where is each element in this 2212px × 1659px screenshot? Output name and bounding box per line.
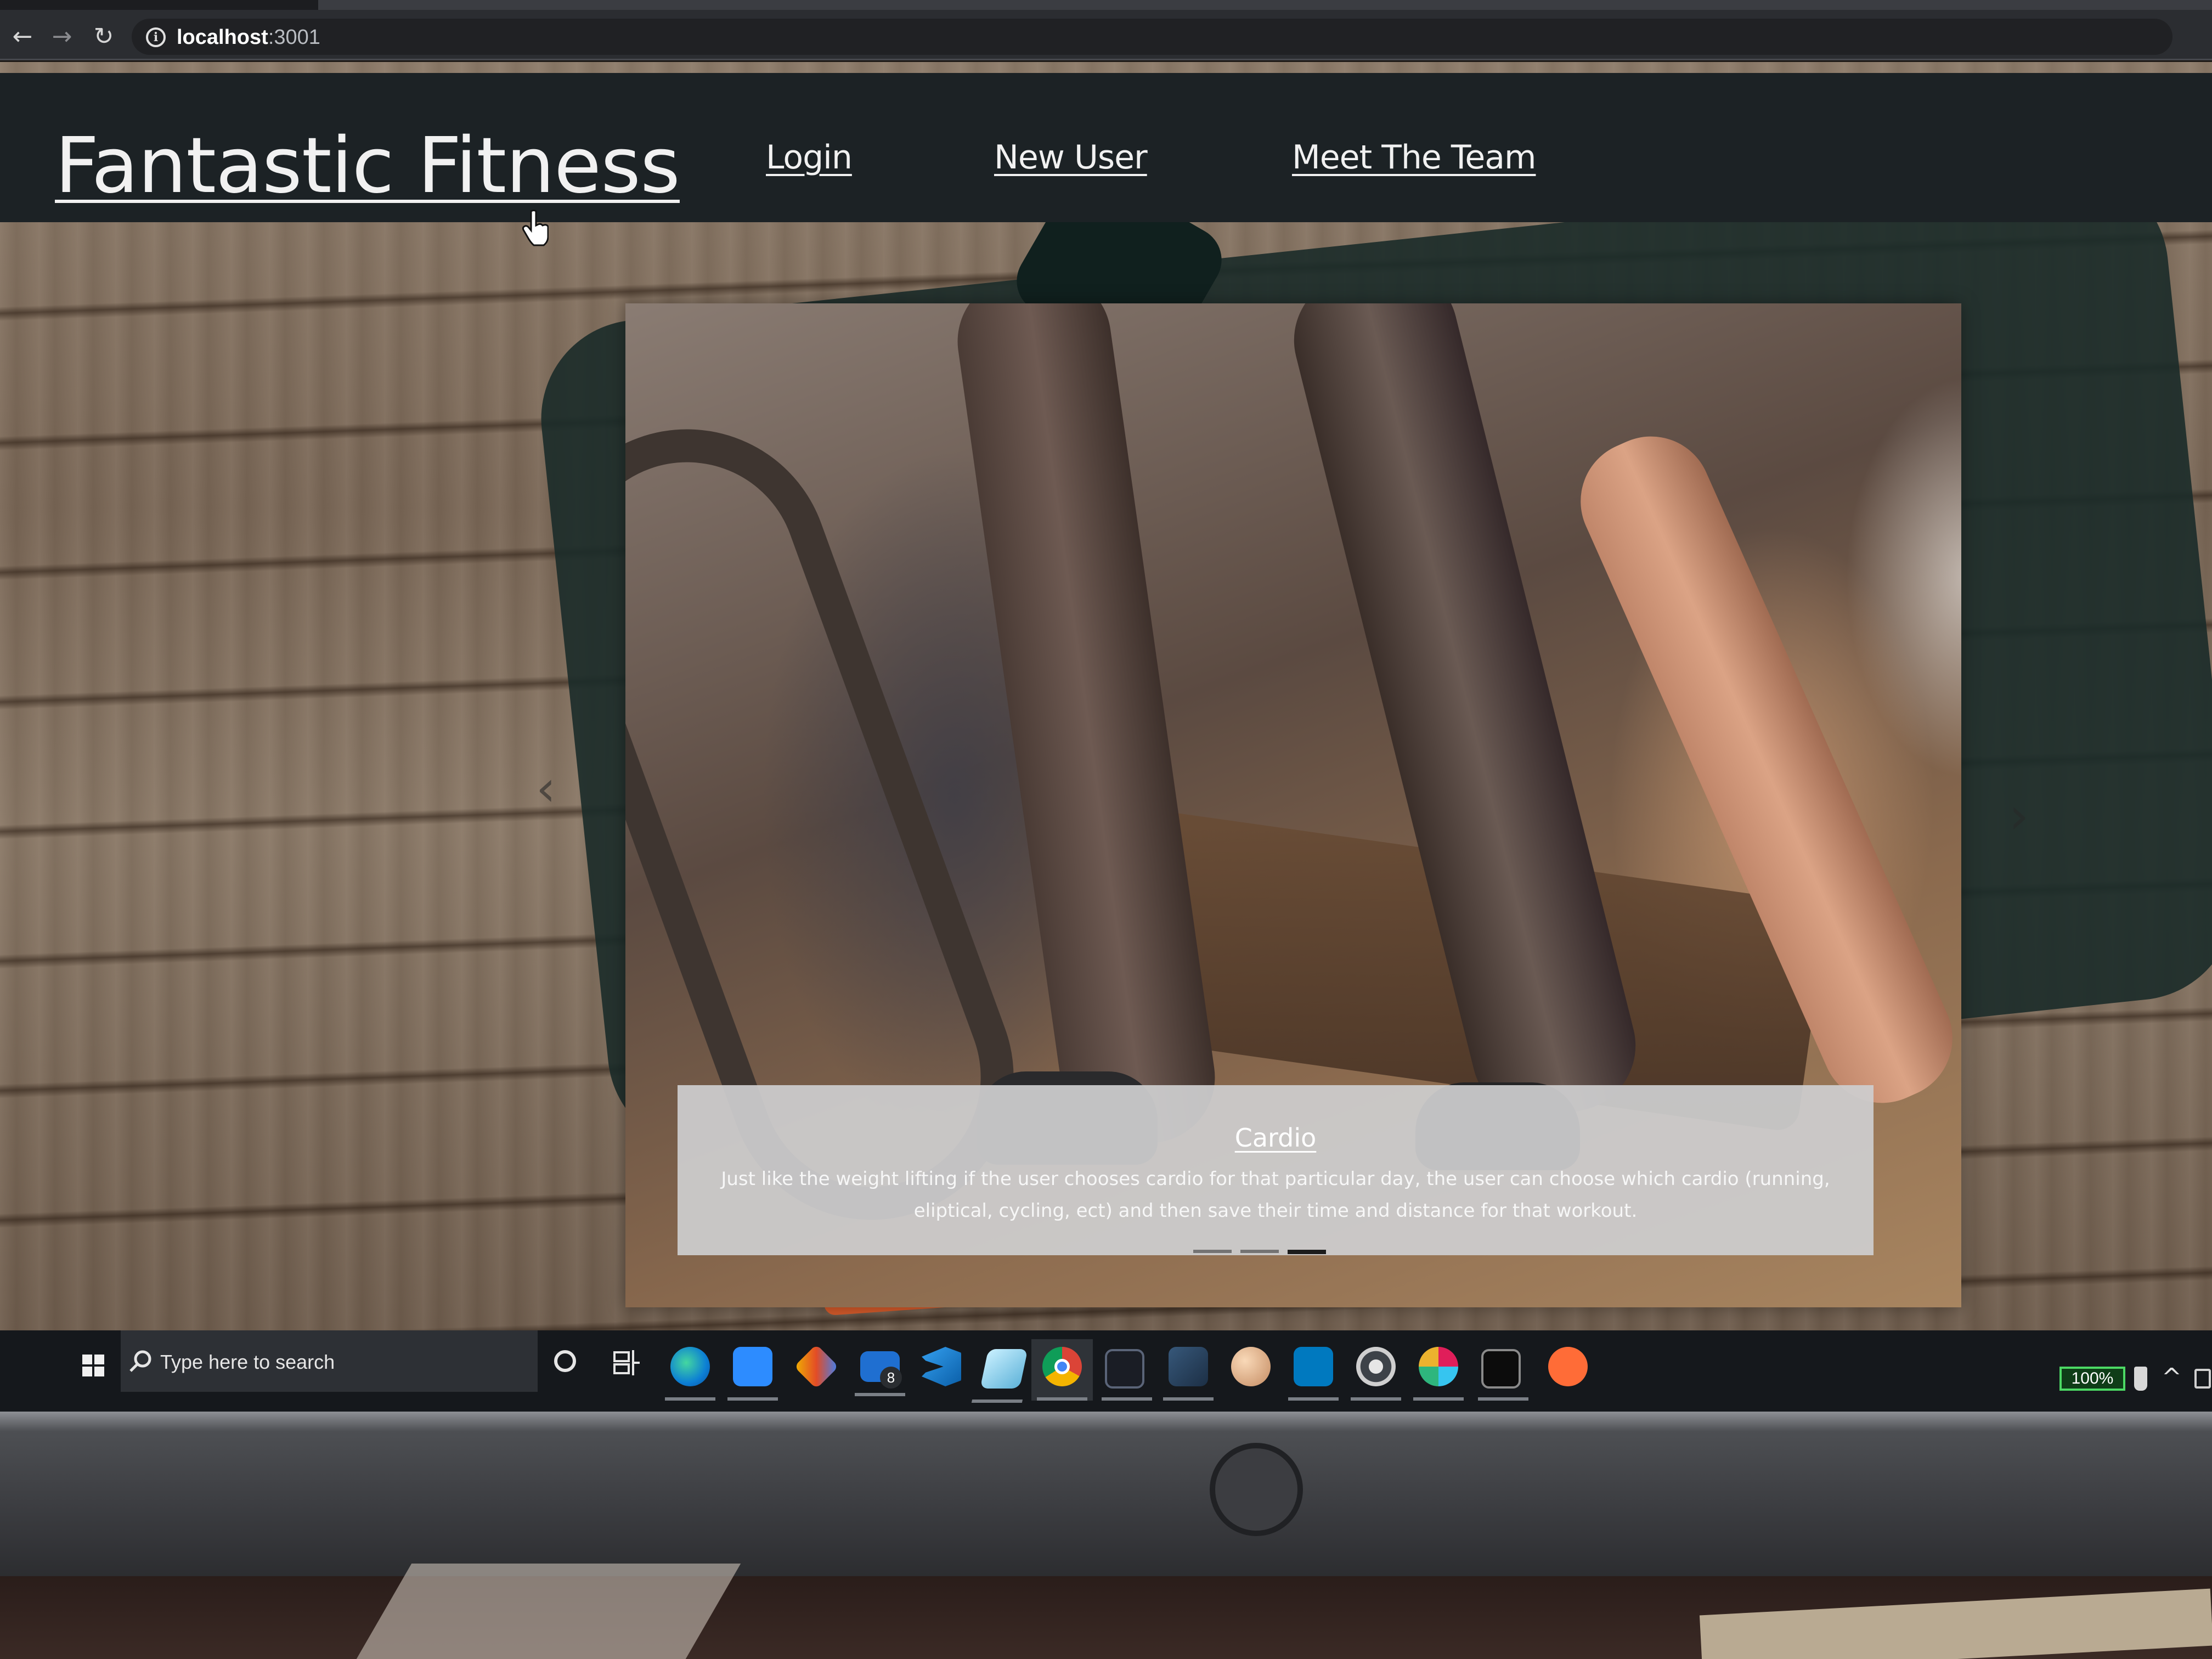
forward-arrow-icon[interactable]: → bbox=[48, 23, 76, 50]
monitor-bezel bbox=[0, 1412, 2212, 1576]
task-view-icon[interactable] bbox=[613, 1350, 641, 1375]
taskbar-search-placeholder[interactable]: Type here to search bbox=[160, 1350, 335, 1374]
paint-icon[interactable] bbox=[1231, 1347, 1271, 1386]
brand-link[interactable]: Fantastic Fitness bbox=[55, 125, 680, 207]
postman-icon[interactable] bbox=[1548, 1347, 1588, 1386]
hp-logo bbox=[1210, 1443, 1303, 1536]
nav-meet-the-team-link[interactable]: Meet The Team bbox=[1292, 138, 1536, 177]
nav-login-link[interactable]: Login bbox=[766, 138, 853, 177]
reload-icon[interactable]: ↻ bbox=[90, 23, 117, 50]
cortana-icon[interactable] bbox=[554, 1350, 576, 1372]
slack-icon[interactable] bbox=[1413, 1347, 1464, 1401]
zoom-icon[interactable] bbox=[727, 1347, 778, 1401]
trello-icon[interactable] bbox=[1288, 1347, 1339, 1401]
carousel-indicator-1[interactable] bbox=[1193, 1250, 1232, 1253]
tray-expand-chevron-icon[interactable]: ^ bbox=[2162, 1361, 2182, 1394]
vscode-icon[interactable] bbox=[922, 1347, 961, 1386]
carousel: Cardio Just like the weight lifting if t… bbox=[625, 303, 1961, 1307]
terminal-icon[interactable] bbox=[1102, 1349, 1152, 1401]
carousel-caption: Cardio Just like the weight lifting if t… bbox=[678, 1085, 1874, 1255]
power-plug-icon bbox=[2134, 1367, 2147, 1391]
page-viewport: Fantastic Fitness Login New User Meet Th… bbox=[0, 62, 2212, 1335]
dbeaver-icon[interactable] bbox=[1163, 1347, 1214, 1401]
site-header: Fantastic Fitness Login New User Meet Th… bbox=[0, 73, 2212, 246]
back-arrow-icon[interactable]: ← bbox=[9, 23, 36, 50]
edge-icon[interactable] bbox=[665, 1347, 715, 1401]
nav-new-user-link[interactable]: New User bbox=[994, 138, 1148, 177]
notes-icon[interactable] bbox=[980, 1349, 1028, 1389]
carousel-indicator-3-active[interactable] bbox=[1288, 1250, 1326, 1254]
mail-badge: 8 bbox=[880, 1367, 902, 1389]
address-bar[interactable] bbox=[132, 19, 2172, 55]
network-icon[interactable] bbox=[2194, 1369, 2211, 1389]
browser-toolbar: ← → ↻ i localhost:3001 bbox=[0, 0, 2212, 60]
search-icon bbox=[129, 1350, 151, 1372]
carousel-indicators bbox=[1193, 1250, 1326, 1255]
carousel-next-control[interactable]: › bbox=[2000, 786, 2038, 847]
hand-cursor-icon bbox=[522, 210, 549, 246]
cmd-icon[interactable] bbox=[1478, 1349, 1528, 1401]
address-host: localhost bbox=[177, 26, 268, 49]
browser-active-tab[interactable] bbox=[318, 0, 2212, 10]
site-info-icon[interactable]: i bbox=[146, 27, 166, 47]
browser-tabstrip bbox=[0, 0, 2212, 10]
address-url[interactable]: localhost:3001 bbox=[177, 25, 320, 49]
chrome-icon-center bbox=[1054, 1359, 1070, 1374]
windows-taskbar: Type here to search 8 100% ^ bbox=[0, 1330, 2212, 1412]
settings-icon[interactable] bbox=[1351, 1347, 1401, 1401]
windows-start-icon[interactable] bbox=[66, 1338, 121, 1393]
carousel-indicator-2[interactable] bbox=[1240, 1250, 1279, 1253]
address-port: :3001 bbox=[268, 26, 320, 49]
battery-indicator[interactable]: 100% bbox=[2059, 1367, 2125, 1391]
desk-cable bbox=[356, 1564, 741, 1659]
caption-title: Cardio bbox=[1234, 1123, 1317, 1153]
carousel-prev-control[interactable]: ‹ bbox=[527, 759, 565, 819]
git-icon[interactable] bbox=[794, 1344, 839, 1389]
caption-text: Just like the weight lifting if the user… bbox=[721, 1168, 1830, 1222]
